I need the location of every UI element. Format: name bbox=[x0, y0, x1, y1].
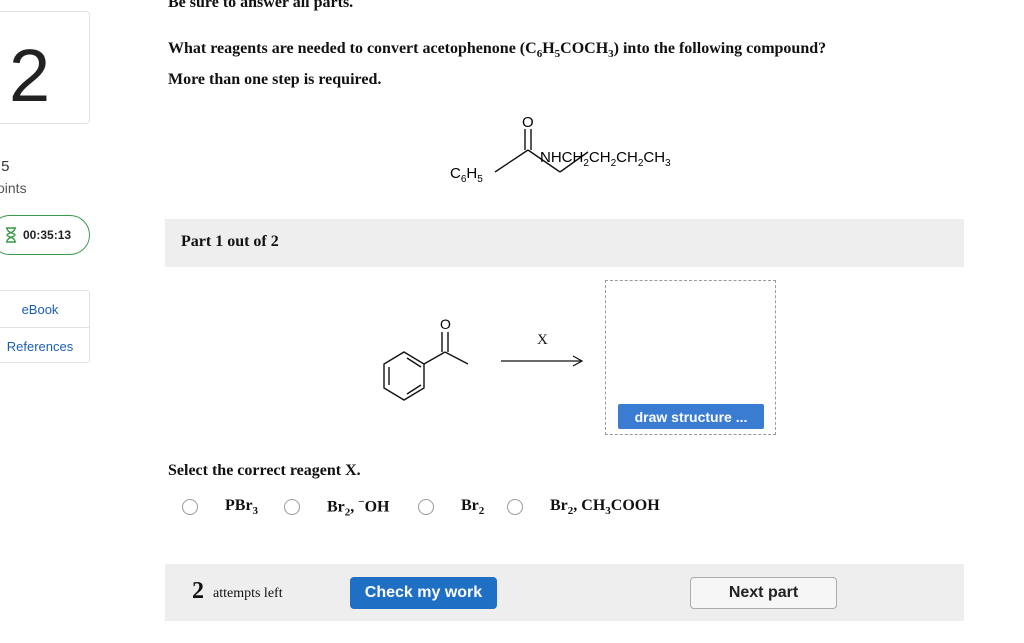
ebook-link[interactable]: eBook bbox=[0, 291, 89, 327]
option-label: Br2 bbox=[461, 496, 485, 518]
carbonyl-oxygen: O bbox=[440, 316, 451, 332]
draw-structure-button[interactable]: draw structure ... bbox=[618, 404, 764, 429]
instructions-text: Be sure to answer all parts. bbox=[168, 0, 354, 11]
option-pbr3[interactable]: PBr3 bbox=[182, 494, 258, 520]
product-drawing-area[interactable]: draw structure ... bbox=[605, 280, 776, 435]
option-br2[interactable]: Br2 bbox=[418, 494, 484, 520]
radio-pbr3[interactable] bbox=[182, 499, 198, 515]
action-footer: 2 attempts left Check my work Next part bbox=[165, 564, 964, 621]
part-header: Part 1 out of 2 bbox=[165, 219, 964, 267]
radio-br2-acetic-acid[interactable] bbox=[507, 499, 523, 515]
carbonyl-oxygen: O bbox=[522, 114, 534, 131]
option-label: Br2, CH3COOH bbox=[550, 496, 660, 518]
attempts-label: attempts left bbox=[213, 586, 283, 601]
resource-links: eBook References bbox=[0, 290, 90, 363]
points-label: oints bbox=[0, 180, 27, 196]
select-prompt: Select the correct reagent X. bbox=[168, 462, 361, 479]
benzene-ring bbox=[383, 351, 425, 401]
option-br2-hydroxide[interactable]: Br2, −OH bbox=[284, 494, 389, 520]
question-line-1: What reagents are needed to convert acet… bbox=[168, 40, 827, 61]
next-part-button[interactable]: Next part bbox=[690, 577, 837, 609]
question-number-card: 2 bbox=[0, 11, 90, 124]
option-label: Br2, −OH bbox=[327, 495, 390, 519]
timer-text: 00:35:13 bbox=[23, 228, 72, 242]
attempts-count: 2 bbox=[192, 578, 204, 604]
references-link[interactable]: References bbox=[0, 327, 89, 364]
option-label: PBr3 bbox=[225, 496, 259, 518]
amine-group-label: NHCH2CH2CH2CH3 bbox=[540, 149, 671, 169]
points-value: .5 bbox=[0, 158, 10, 175]
question-text: What reagents are needed to convert acet… bbox=[168, 36, 826, 93]
option-br2-acetic-acid[interactable]: Br2, CH3COOH bbox=[507, 494, 660, 520]
bond bbox=[423, 351, 446, 365]
part-label: Part 1 out of 2 bbox=[181, 233, 279, 250]
reaction-arrow bbox=[501, 355, 584, 367]
acetophenone-structure: O bbox=[383, 316, 469, 401]
ring-double-bond bbox=[406, 384, 422, 395]
timer-badge[interactable]: 00:35:13 bbox=[0, 215, 90, 255]
hourglass-icon bbox=[6, 227, 16, 243]
bond bbox=[494, 149, 529, 173]
question-line-2: More than one step is required. bbox=[168, 71, 382, 89]
radio-br2[interactable] bbox=[418, 499, 434, 515]
phenyl-group-label: C6H5 bbox=[450, 165, 483, 185]
question-number: 2 bbox=[9, 34, 51, 117]
check-my-work-button[interactable]: Check my work bbox=[350, 577, 497, 609]
ring-double-bond bbox=[406, 357, 422, 368]
bond bbox=[444, 351, 469, 365]
radio-br2-hydroxide[interactable] bbox=[284, 499, 300, 515]
reagent-x-label: X bbox=[537, 332, 548, 348]
target-molecule-structure: O C6H5 NHCH2CH2CH2CH3 bbox=[450, 114, 671, 185]
